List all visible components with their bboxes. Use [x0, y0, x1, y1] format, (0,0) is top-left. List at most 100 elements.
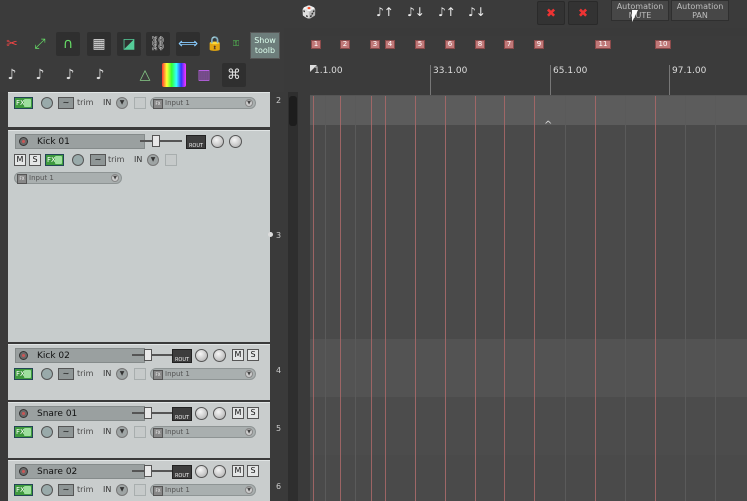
track-5[interactable]: Snare 01 ROUT M S FX ∼ trim IN ▼ FX Inpu…	[8, 402, 270, 458]
scrollbar-thumb[interactable]	[289, 96, 297, 126]
chevron-down-icon[interactable]: ▼	[116, 97, 128, 109]
note-down-icon[interactable]: ♪	[88, 63, 112, 87]
automation-mute-button[interactable]: Automation MUTE	[611, 0, 669, 21]
snap-icon[interactable]: ∩	[56, 32, 80, 56]
metronome-icon[interactable]: 🎲	[296, 1, 322, 23]
color-picker-icon[interactable]	[162, 63, 186, 87]
envelope-icon[interactable]: ∼	[90, 154, 106, 166]
phase-icon[interactable]	[41, 426, 53, 438]
routing-button[interactable]: ROUT	[172, 407, 192, 421]
track-name-field[interactable]: Snare 02	[15, 464, 145, 479]
tcp-scrollbar[interactable]	[288, 92, 298, 501]
solo-button[interactable]: S	[247, 349, 259, 361]
solo-button[interactable]: S	[247, 407, 259, 419]
insert-note-up-icon[interactable]: ♪	[0, 63, 24, 87]
marker-2[interactable]: 2	[340, 40, 350, 49]
input-select[interactable]: FX Input 1 ▼	[150, 426, 256, 438]
pan-knob[interactable]	[229, 135, 242, 148]
locking-options-icon[interactable]: ⚿	[224, 32, 248, 56]
record-arm-icon[interactable]	[19, 409, 28, 418]
marker-7[interactable]: 7	[504, 40, 514, 49]
screenset-icon[interactable]: ⌘	[222, 63, 246, 87]
auto-crossfade-icon[interactable]: ⤢	[28, 32, 52, 56]
routing-button[interactable]: ROUT	[172, 349, 192, 363]
note-down-icon[interactable]: ♪↓	[464, 1, 490, 23]
envelope-icon[interactable]: ∼	[58, 426, 74, 438]
record-arm-icon[interactable]	[19, 351, 28, 360]
insert-note-down-icon[interactable]: ♪↓	[402, 1, 430, 23]
automation-pan-button[interactable]: Automation PAN	[671, 0, 729, 21]
input-select[interactable]: FX Input 1 ▼	[150, 368, 256, 380]
mixer-icon[interactable]: ▥	[192, 63, 216, 87]
input-select[interactable]: FX Input 1 ▼	[150, 97, 256, 109]
track-4-lane[interactable]	[310, 339, 747, 397]
volume-knob[interactable]	[195, 407, 208, 420]
track-name-field[interactable]: Kick 02	[15, 348, 145, 363]
fx-button[interactable]: FX	[14, 97, 33, 109]
marker-5[interactable]: 5	[415, 40, 425, 49]
phase-icon[interactable]	[41, 97, 53, 109]
link-icon[interactable]: ⛓	[146, 32, 170, 56]
volume-fader[interactable]	[132, 349, 174, 361]
routing-button[interactable]: ROUT	[172, 465, 192, 479]
track-4[interactable]: Kick 02 ROUT M S FX ∼ trim IN ▼ FX Input…	[8, 344, 270, 400]
track-2[interactable]: FX ∼ trim IN ▼ FX Input 1 ▼	[8, 92, 270, 127]
routing-button[interactable]: ROUT	[186, 135, 206, 149]
chevron-down-icon[interactable]: ▼	[116, 484, 128, 496]
volume-fader[interactable]	[132, 465, 174, 477]
mute-button[interactable]: M	[232, 465, 244, 477]
delete-envelope-icon[interactable]: ✖	[537, 1, 565, 25]
marker-4[interactable]: 4	[385, 40, 395, 49]
timeline-ruler[interactable]: 1.1.00 33.1.00 65.1.00 97.1.00	[310, 55, 747, 96]
chevron-down-icon[interactable]: ▼	[116, 426, 128, 438]
mute-button[interactable]: M	[232, 349, 244, 361]
insert-note-up-icon[interactable]: ♪↑	[371, 1, 399, 23]
volume-knob[interactable]	[211, 135, 224, 148]
chevron-down-icon[interactable]: ▼	[147, 154, 159, 166]
volume-knob[interactable]	[195, 349, 208, 362]
pan-knob[interactable]	[213, 465, 226, 478]
input-select[interactable]: FX Input 1 ▼	[14, 172, 122, 184]
show-toolbar-button[interactable]: Show toolb	[250, 32, 280, 59]
solo-button[interactable]: S	[247, 465, 259, 477]
ripple-off-icon[interactable]: ✂	[0, 32, 24, 56]
marker-10[interactable]: 10	[655, 40, 671, 49]
marker-6[interactable]: 6	[445, 40, 455, 49]
solo-button[interactable]: S	[29, 154, 41, 166]
record-mode-icon[interactable]	[134, 97, 146, 109]
insert-note-down-icon[interactable]: ♪	[28, 63, 52, 87]
marker-11[interactable]: 11	[595, 40, 611, 49]
fx-button[interactable]: FX	[14, 484, 33, 496]
item-grouping-icon[interactable]: ◪	[117, 32, 141, 56]
marker-1[interactable]: 1	[311, 40, 321, 49]
playhead-icon[interactable]	[310, 65, 317, 72]
track-6[interactable]: Snare 02 ROUT M S FX ∼ trim IN ▼ FX Inpu…	[8, 460, 270, 501]
mute-button[interactable]: M	[232, 407, 244, 419]
pan-knob[interactable]	[213, 407, 226, 420]
track-2-lane[interactable]	[310, 95, 747, 125]
note-up-icon[interactable]: ♪	[58, 63, 82, 87]
track-3[interactable]: Kick 01 ROUT M S FX ∼ trim IN ▼ FX Input…	[8, 130, 270, 342]
metronome-icon[interactable]: △	[133, 63, 157, 87]
marker-3[interactable]: 3	[370, 40, 380, 49]
fx-button[interactable]: FX	[14, 426, 33, 438]
envelope-move-icon[interactable]: ⟺	[176, 32, 200, 56]
volume-fader[interactable]	[132, 407, 174, 419]
note-up-icon[interactable]: ♪↑	[434, 1, 460, 23]
volume-knob[interactable]	[195, 465, 208, 478]
record-mode-icon[interactable]	[134, 484, 146, 496]
remove-envelope-points-icon[interactable]: ✖	[568, 1, 598, 25]
record-mode-icon[interactable]	[134, 426, 146, 438]
record-arm-icon[interactable]	[19, 467, 28, 476]
track-3-lane[interactable]	[310, 125, 747, 339]
envelope-icon[interactable]: ∼	[58, 484, 74, 496]
track-name-field[interactable]: Kick 01	[15, 134, 145, 149]
marker-lane[interactable]: 1 2 3 4 5 6 8 7 9 11 10	[310, 36, 747, 55]
fx-button[interactable]: FX	[14, 368, 33, 380]
record-mode-icon[interactable]	[165, 154, 177, 166]
marker-8[interactable]: 8	[475, 40, 485, 49]
record-mode-icon[interactable]	[134, 368, 146, 380]
track-name-field[interactable]: Snare 01	[15, 406, 145, 421]
envelope-icon[interactable]: ∼	[58, 97, 74, 109]
volume-fader[interactable]	[140, 135, 182, 147]
